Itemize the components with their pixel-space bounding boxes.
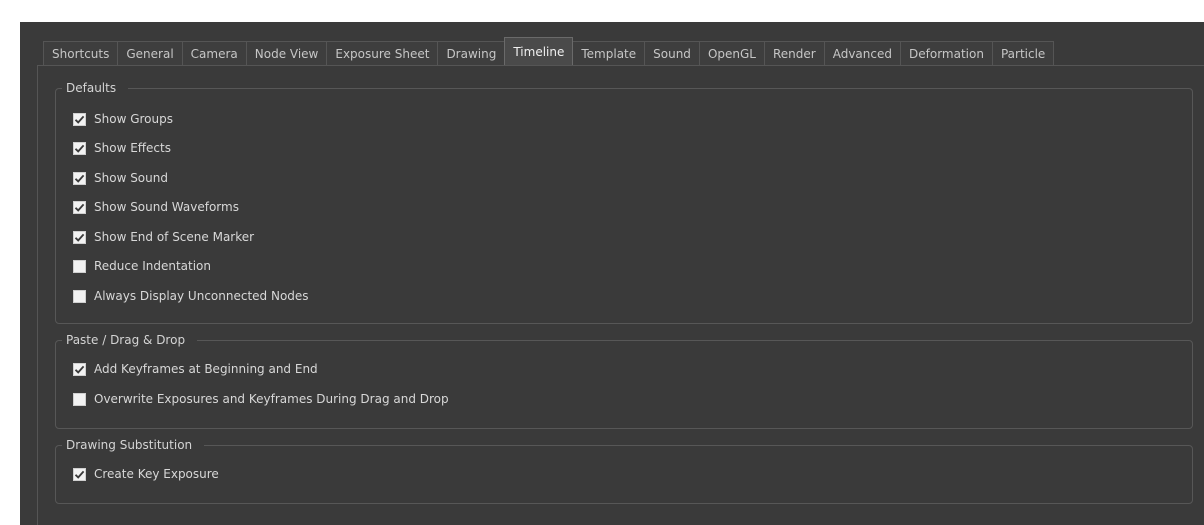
checkbox-label: Show Groups [94,112,173,126]
tab-timeline[interactable]: Timeline [504,37,574,65]
checkbox-label: Reduce Indentation [94,259,211,273]
checkbox-label: Show Effects [94,141,171,155]
timeline-settings-panel: Defaults Show Groups Show Effects Show S… [37,65,1204,525]
show-end-of-scene-marker-checkbox[interactable]: Show End of Scene Marker [73,228,254,246]
checkbox-box[interactable] [73,200,86,214]
checkbox-box[interactable] [73,171,86,185]
paste-drag-drop-group-title: Paste / Drag & Drop [62,332,198,348]
checkbox-label: Create Key Exposure [94,467,219,481]
paste-drag-drop-group: Paste / Drag & Drop Add Keyframes at Beg… [55,332,1193,429]
checkbox-box[interactable] [73,259,86,273]
checkbox-box[interactable] [73,467,86,481]
checkbox-box[interactable] [73,230,86,244]
tab-deformation[interactable]: Deformation [900,41,993,65]
tab-sound[interactable]: Sound [644,41,700,65]
checkmark-icon [74,203,85,212]
tab-node-view[interactable]: Node View [245,41,328,65]
create-key-exposure-checkbox[interactable]: Create Key Exposure [73,465,219,483]
show-effects-checkbox[interactable]: Show Effects [73,139,171,157]
tab-camera[interactable]: Camera [181,41,247,65]
checkbox-label: Show Sound [94,171,168,185]
tab-render[interactable]: Render [763,41,825,65]
overwrite-exposures-checkbox[interactable]: Overwrite Exposures and Keyframes During… [73,390,449,408]
tab-shortcuts[interactable]: Shortcuts [43,41,119,65]
tab-particle[interactable]: Particle [991,41,1055,65]
preferences-window: Shortcuts General Camera Node View Expos… [20,22,1204,525]
checkmark-icon [74,365,85,374]
checkmark-icon [74,174,85,183]
checkbox-box[interactable] [73,289,86,303]
checkbox-label: Show Sound Waveforms [94,200,239,214]
defaults-group: Defaults Show Groups Show Effects Show S… [55,80,1193,324]
add-keyframes-checkbox[interactable]: Add Keyframes at Beginning and End [73,360,318,378]
show-groups-checkbox[interactable]: Show Groups [73,110,173,128]
checkbox-box[interactable] [73,112,86,126]
drawing-substitution-group: Drawing Substitution Create Key Exposure [55,437,1193,504]
checkbox-label: Always Display Unconnected Nodes [94,289,309,303]
tab-template[interactable]: Template [572,41,646,65]
checkmark-icon [74,115,85,124]
show-sound-checkbox[interactable]: Show Sound [73,169,168,187]
drawing-substitution-group-title: Drawing Substitution [62,437,205,453]
checkbox-label: Overwrite Exposures and Keyframes During… [94,392,449,406]
tab-exposure-sheet[interactable]: Exposure Sheet [326,41,439,65]
checkbox-label: Add Keyframes at Beginning and End [94,362,318,376]
defaults-group-title: Defaults [62,80,129,96]
checkbox-label: Show End of Scene Marker [94,230,255,244]
tab-general[interactable]: General [117,41,183,65]
always-display-unconnected-nodes-checkbox[interactable]: Always Display Unconnected Nodes [73,287,309,305]
preferences-tab-bar: Shortcuts General Camera Node View Expos… [43,37,1055,65]
show-sound-waveforms-checkbox[interactable]: Show Sound Waveforms [73,198,239,216]
checkbox-box[interactable] [73,362,86,376]
checkbox-box[interactable] [73,141,86,155]
tab-advanced[interactable]: Advanced [823,41,901,65]
tab-drawing[interactable]: Drawing [437,41,506,65]
tab-opengl[interactable]: OpenGL [698,41,765,65]
reduce-indentation-checkbox[interactable]: Reduce Indentation [73,257,211,275]
checkmark-icon [74,144,85,153]
checkbox-box[interactable] [73,392,86,406]
checkmark-icon [74,233,85,242]
checkmark-icon [74,470,85,479]
